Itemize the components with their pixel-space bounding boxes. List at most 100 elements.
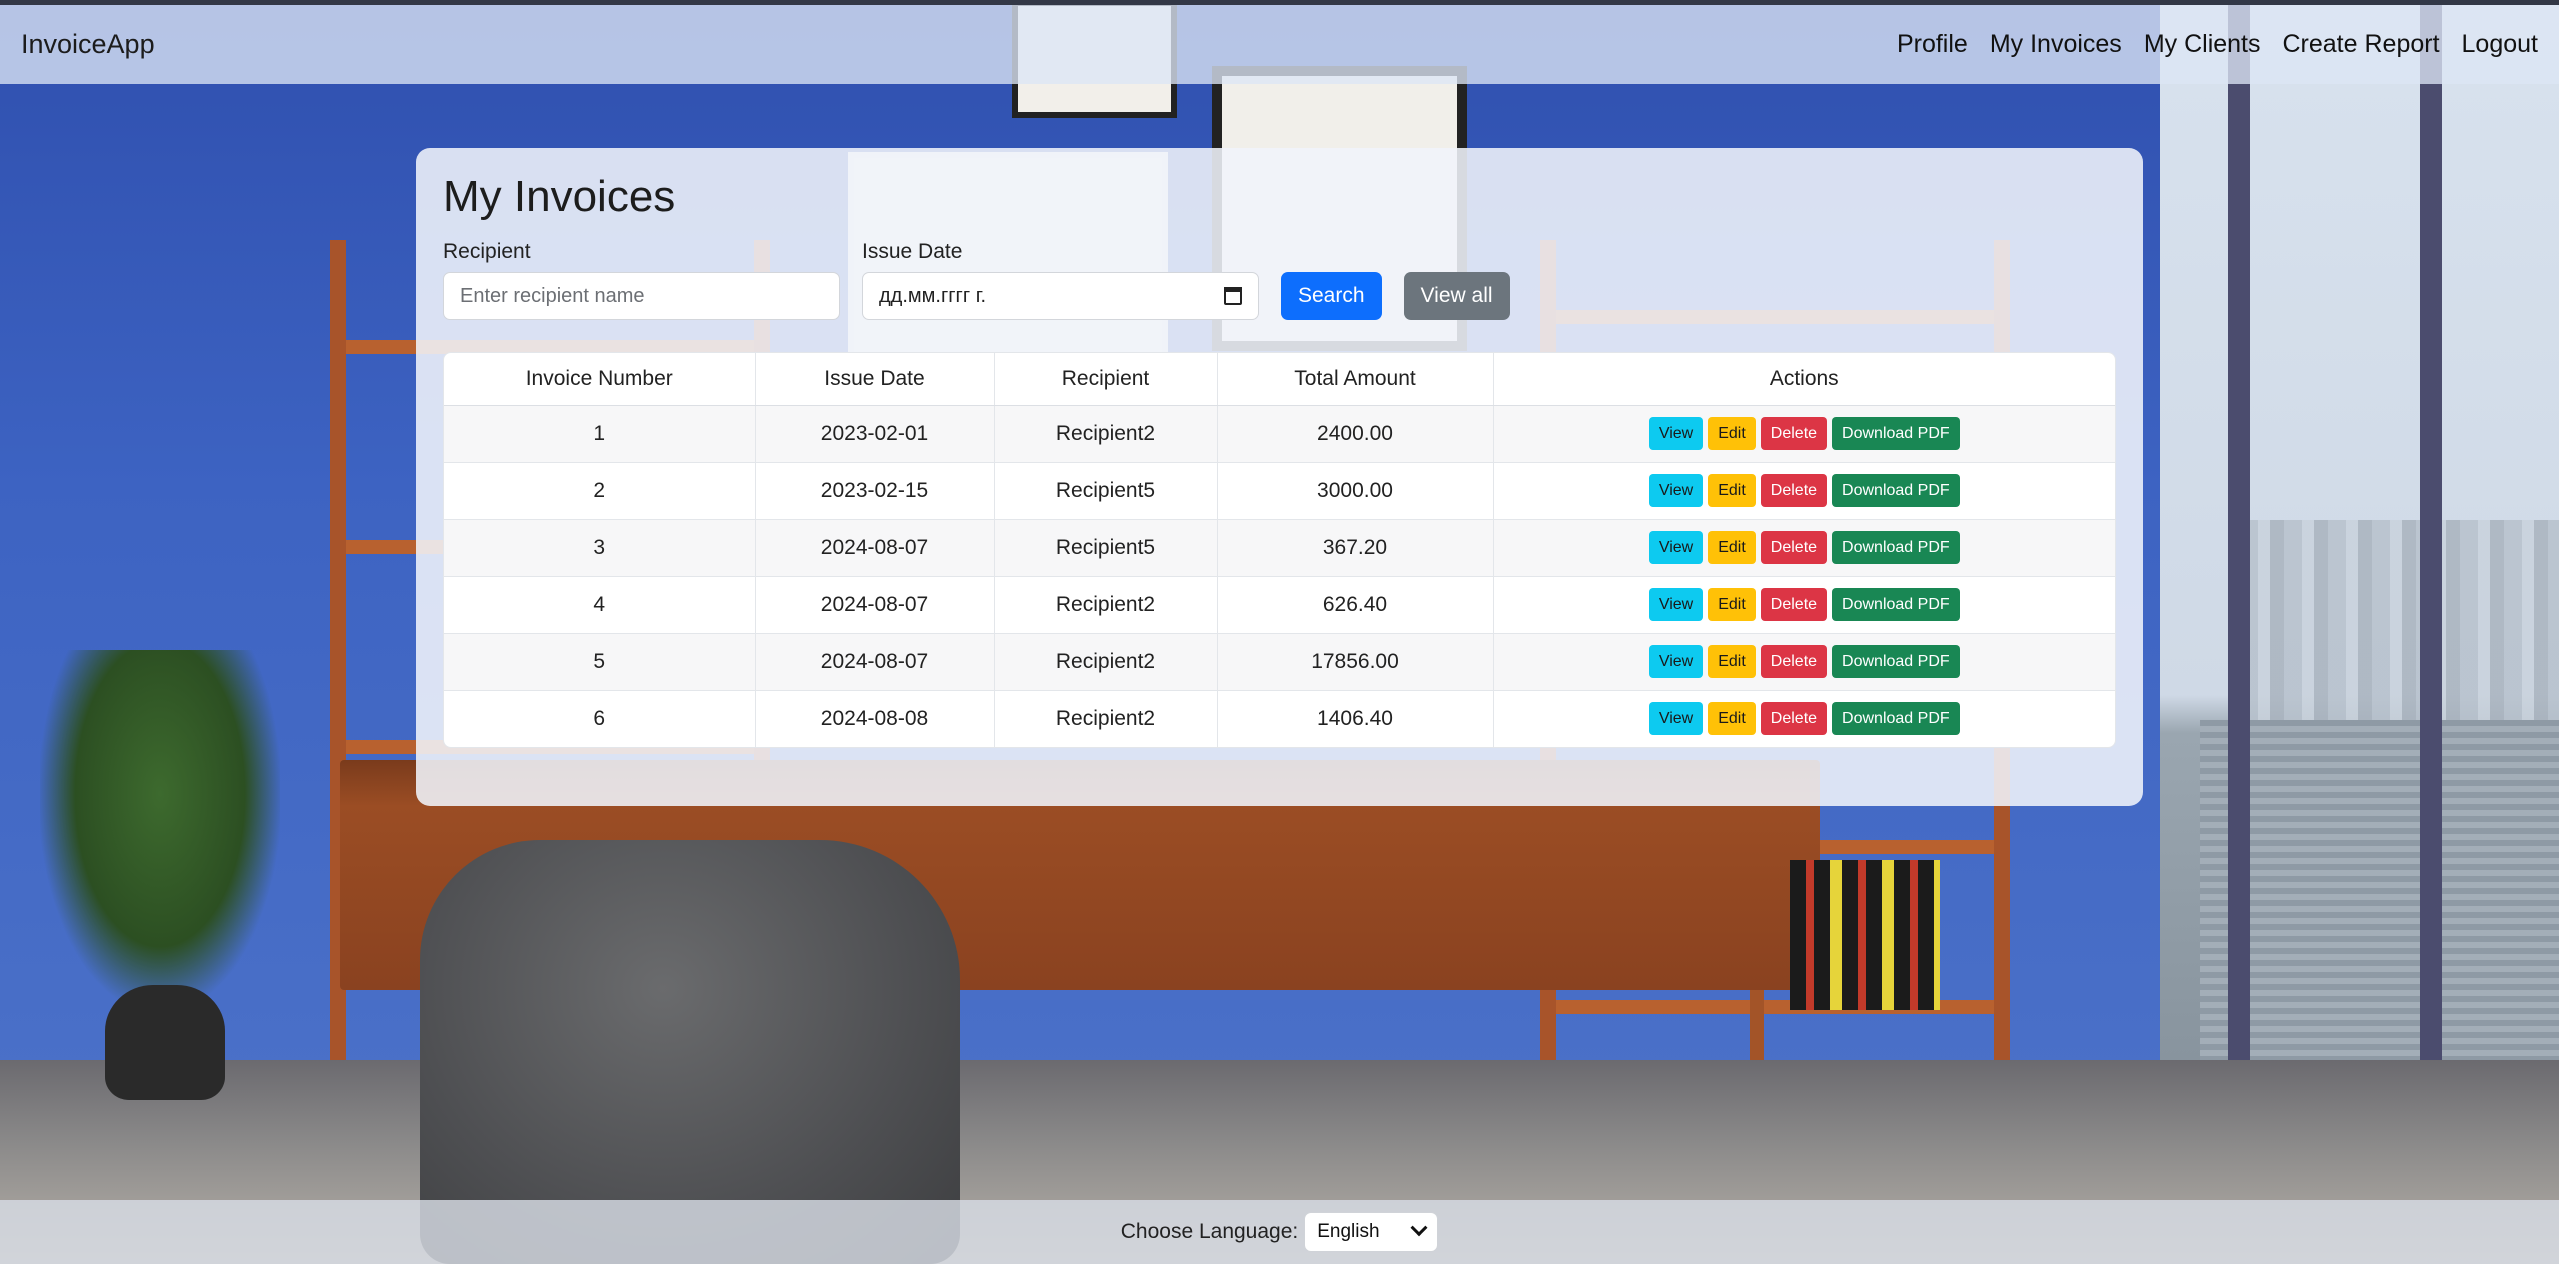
cell-issue-date: 2023-02-01 [754,404,994,462]
download-pdf-button[interactable]: Download PDF [1832,588,1960,621]
delete-button[interactable]: Delete [1760,645,1828,678]
filter-form: Recipient Issue Date дд.мм.гггг г. Searc… [443,240,2116,320]
cell-invoice-number: 4 [444,575,755,633]
chevron-down-icon [1410,1219,1428,1237]
nav-my-invoices[interactable]: My Invoices [1990,30,2122,59]
table-row: 4 2024-08-07 Recipient2 626.40 View Edit Delet… [444,575,2115,633]
cell-recipient: Recipient2 [993,404,1217,462]
download-pdf-button[interactable]: Download PDF [1832,702,1960,736]
cell-actions: View Edit Delete Download PDF [1492,404,2115,462]
cell-invoice-number: 2 [444,461,755,519]
cell-invoice-number: 1 [444,404,755,462]
cell-recipient: Recipient5 [993,518,1217,576]
books [1790,860,1940,1010]
footer: Choose Language: English [0,1200,2559,1264]
language-label: Choose Language: [1120,1220,1299,1243]
plant [40,650,280,1010]
cell-issue-date: 2024-08-07 [754,518,994,576]
table-row: 6 2024-08-08 Recipient2 1406.40 View Edit Dele… [444,689,2115,747]
cell-issue-date: 2024-08-07 [754,575,994,633]
header-invoice-number: Invoice Number [444,353,755,406]
row-actions: View Edit Delete Download PDF [1648,417,1960,450]
header-issue-date: Issue Date [754,353,994,406]
cell-recipient: Recipient5 [993,461,1217,519]
cell-total-amount: 17856.00 [1216,632,1493,690]
view-all-button[interactable]: View all [1403,272,1510,320]
cell-invoice-number: 5 [444,632,755,690]
row-actions: View Edit Delete Download PDF [1648,645,1960,678]
view-button[interactable]: View [1648,702,1704,736]
download-pdf-button[interactable]: Download PDF [1832,531,1960,564]
nav-my-clients[interactable]: My Clients [2144,30,2261,59]
cell-actions: View Edit Delete Download PDF [1492,689,2115,747]
cell-recipient: Recipient2 [993,575,1217,633]
cell-issue-date: 2024-08-07 [754,632,994,690]
edit-button[interactable]: Edit [1708,645,1756,678]
edit-button[interactable]: Edit [1708,417,1756,450]
nav-links: Profile My Invoices My Clients Create Re… [1897,30,2538,59]
edit-button[interactable]: Edit [1708,531,1756,564]
search-button[interactable]: Search [1281,272,1382,320]
edit-button[interactable]: Edit [1708,588,1756,621]
cell-actions: View Edit Delete Download PDF [1492,461,2115,519]
row-actions: View Edit Delete Download PDF [1648,702,1960,736]
download-pdf-button[interactable]: Download PDF [1832,645,1960,678]
table-row: 3 2024-08-07 Recipient5 367.20 View Edit Delet… [444,518,2115,576]
delete-button[interactable]: Delete [1760,588,1828,621]
invoices-table: Invoice Number Issue Date Recipient Tota… [443,352,2116,748]
cell-invoice-number: 3 [444,518,755,576]
cell-actions: View Edit Delete Download PDF [1492,632,2115,690]
language-value: English [1317,1221,1380,1242]
cell-recipient: Recipient2 [993,632,1217,690]
header-actions: Actions [1492,353,2115,406]
header-total-amount: Total Amount [1216,353,1493,406]
brand-logo[interactable]: InvoiceApp [21,29,155,60]
nav-profile[interactable]: Profile [1897,30,1968,59]
cell-total-amount: 3000.00 [1216,461,1493,519]
issue-date-label: Issue Date [862,240,963,263]
page-title: My Invoices [443,172,676,221]
cell-actions: View Edit Delete Download PDF [1492,518,2115,576]
view-button[interactable]: View [1648,474,1704,507]
recipient-input[interactable] [443,272,840,320]
download-pdf-button[interactable]: Download PDF [1832,474,1960,507]
nav-create-report[interactable]: Create Report [2283,30,2440,59]
view-button[interactable]: View [1648,531,1704,564]
nav-logout[interactable]: Logout [2462,30,2538,59]
navbar: InvoiceApp Profile My Invoices My Client… [0,0,2559,84]
table-header-row: Invoice Number Issue Date Recipient Tota… [444,353,2115,406]
cell-invoice-number: 6 [444,689,755,747]
delete-button[interactable]: Delete [1760,417,1828,450]
calendar-icon[interactable] [1224,287,1242,305]
row-actions: View Edit Delete Download PDF [1648,588,1960,621]
delete-button[interactable]: Delete [1760,474,1828,507]
view-button[interactable]: View [1648,417,1704,450]
recipient-field: Recipient [443,240,840,320]
cell-total-amount: 1406.40 [1216,689,1493,747]
city-skyline [2240,520,2559,720]
view-button[interactable]: View [1648,645,1704,678]
edit-button[interactable]: Edit [1708,474,1756,507]
edit-button[interactable]: Edit [1708,702,1756,736]
row-actions: View Edit Delete Download PDF [1648,531,1960,564]
cell-total-amount: 626.40 [1216,575,1493,633]
cell-issue-date: 2024-08-08 [754,689,994,747]
delete-button[interactable]: Delete [1760,702,1828,736]
row-actions: View Edit Delete Download PDF [1648,474,1960,507]
view-button[interactable]: View [1648,588,1704,621]
cell-total-amount: 2400.00 [1216,404,1493,462]
cell-total-amount: 367.20 [1216,518,1493,576]
invoices-card: My Invoices Recipient Issue Date дд.мм.г… [416,148,2143,806]
delete-button[interactable]: Delete [1760,531,1828,564]
issue-date-placeholder: дд.мм.гггг г. [879,284,987,307]
plant-pot [105,985,225,1100]
issue-date-input[interactable]: дд.мм.гггг г. [862,272,1259,320]
language-select[interactable]: English [1304,1212,1439,1252]
header-recipient: Recipient [993,353,1217,406]
issue-date-field: Issue Date дд.мм.гггг г. [862,240,1259,320]
window-frame [2228,0,2250,1180]
recipient-label: Recipient [443,240,531,263]
cell-actions: View Edit Delete Download PDF [1492,575,2115,633]
table-row: 1 2023-02-01 Recipient2 2400.00 View Edit Dele… [444,404,2115,462]
download-pdf-button[interactable]: Download PDF [1832,417,1960,450]
